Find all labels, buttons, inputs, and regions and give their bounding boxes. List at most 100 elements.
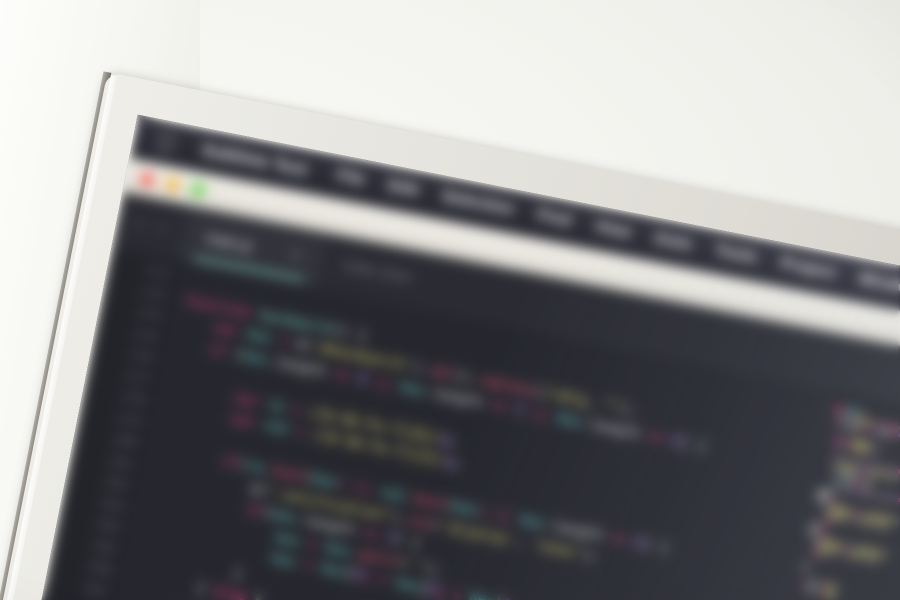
code-token: = — [269, 331, 298, 352]
minimap-segment — [887, 495, 891, 501]
minimap-segment — [865, 484, 869, 489]
code-token: = — [286, 422, 315, 443]
minimap-segment — [853, 546, 856, 551]
minimap-segment — [865, 477, 870, 482]
minimap-segment — [835, 435, 841, 441]
minimap-segment — [834, 592, 838, 597]
minimize-button[interactable] — [163, 175, 182, 193]
minimap-segment — [841, 436, 845, 442]
minimap-segment — [894, 518, 898, 524]
minimap-segment — [833, 442, 840, 448]
minimap-segment — [825, 504, 829, 510]
minimap-segment — [895, 468, 900, 474]
minimap-segment — [842, 415, 847, 421]
code-token: ); — [422, 558, 443, 578]
minimap-segment — [832, 484, 837, 490]
minimap-segment — [822, 518, 830, 524]
minimap-segment — [843, 458, 847, 463]
minimap-segment — [872, 521, 876, 526]
minimap-segment — [847, 459, 853, 465]
minimap-segment — [875, 429, 880, 434]
minimap-segment — [876, 557, 880, 563]
minimap-segment — [857, 461, 862, 466]
minimap-segment — [833, 406, 845, 413]
minimap-segment — [834, 478, 839, 483]
minimap-segment — [831, 456, 835, 461]
minimap-segment — [849, 552, 861, 559]
tab-label: main.js — [204, 229, 255, 255]
minimap-segment — [801, 585, 807, 591]
close-icon[interactable]: × — [290, 246, 302, 264]
minimap-segment — [863, 462, 870, 468]
code-token: test — [269, 462, 306, 485]
code-token: ) { — [641, 536, 670, 557]
minimap-segment — [852, 488, 856, 494]
minimap-segment — [802, 564, 809, 570]
minimap-segment — [866, 555, 875, 562]
menu-item-edit[interactable]: Edit — [374, 175, 432, 205]
code-token: var — [212, 319, 249, 342]
minimap-segment — [856, 489, 862, 495]
minimap-segment — [872, 421, 876, 426]
close-button[interactable] — [138, 170, 156, 188]
minimap-segment — [857, 411, 864, 417]
code-token: == — [489, 396, 517, 418]
menu-item-window[interactable]: Window — [845, 268, 900, 304]
minimap-segment — [876, 493, 882, 499]
code-token: || — [364, 371, 402, 395]
menu-item-goto[interactable]: Goto — [640, 227, 705, 259]
code-token: hex — [311, 470, 339, 492]
tab-label: index.html — [341, 256, 413, 287]
menu-item-project[interactable]: Project — [767, 252, 849, 287]
minimap-segment — [848, 488, 852, 493]
minimap-segment — [859, 426, 865, 431]
code-token: = — [294, 555, 323, 576]
code-token: || — [522, 403, 559, 426]
minimap-segment — [846, 516, 850, 521]
zoom-button[interactable] — [189, 180, 207, 198]
menu-item-selection[interactable]: Selection — [428, 185, 527, 223]
minimap-segment — [895, 497, 900, 503]
code-token: test — [410, 490, 447, 513]
minimap-segment — [860, 469, 865, 474]
menu-item-find[interactable]: Find — [523, 204, 584, 235]
code-token: ] + — [360, 568, 397, 591]
minimap-segment — [846, 544, 852, 550]
minimap-segment — [880, 430, 891, 437]
minimap-segment — [852, 510, 856, 515]
minimap-segment — [839, 479, 844, 484]
minimap-segment — [809, 580, 818, 586]
menu-item-file[interactable]: File — [323, 164, 378, 194]
code-token: hex — [269, 550, 298, 571]
minimap-segment — [845, 409, 857, 415]
code-token: ); — [579, 545, 600, 565]
menu-item-tools[interactable]: Tools — [701, 239, 770, 272]
minimap-segment — [844, 480, 849, 485]
apple-logo-icon[interactable]:  — [153, 128, 180, 158]
minimap-segment — [808, 587, 816, 593]
back-arrow-icon[interactable]: ‹ — [134, 213, 145, 236]
minimap-segment — [879, 465, 886, 471]
minimap-segment — [874, 450, 878, 455]
minimap-segment — [810, 523, 822, 530]
code-token: == — [608, 529, 637, 551]
minimap-segment — [871, 442, 874, 447]
code-token: re2 — [261, 417, 290, 438]
minimap-segment — [869, 485, 873, 490]
code-token: () { — [331, 321, 369, 344]
minimap-segment — [863, 512, 867, 517]
minimap-segment — [842, 543, 846, 549]
minimap-segment — [815, 495, 828, 503]
minimap-segment — [891, 432, 897, 438]
minimap-segment — [882, 494, 887, 500]
menu-item-view[interactable]: View — [581, 216, 645, 247]
code-token: ] + — [434, 583, 472, 600]
minimap-segment — [816, 588, 822, 594]
code-token: hex — [517, 511, 546, 533]
minimap-segment — [840, 443, 845, 449]
minimap-segment — [856, 511, 863, 517]
minimap-segment — [847, 416, 852, 422]
code-token: ) { — [679, 434, 708, 455]
forward-arrow-icon[interactable]: › — [156, 217, 167, 240]
